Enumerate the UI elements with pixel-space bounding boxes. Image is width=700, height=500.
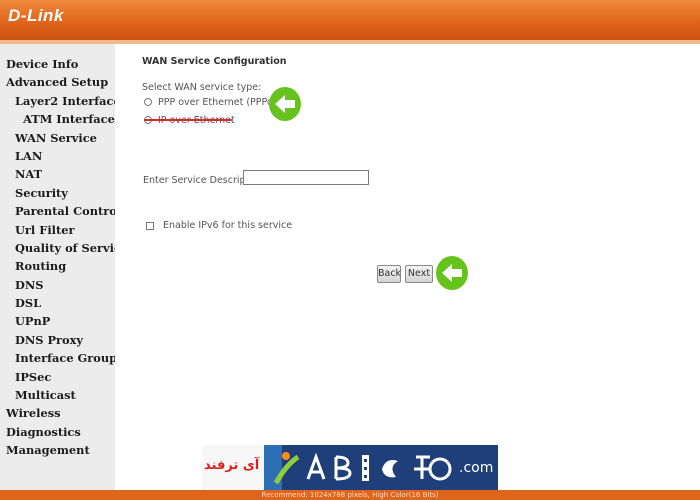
header-bar: D-Link	[0, 0, 700, 40]
footer-text: Recommend: 1024x768 pixels, High Color(1…	[261, 491, 439, 499]
sidebar: Device Info Advanced Setup Layer2 Interfac…	[0, 44, 138, 490]
dlink-logo: D-Link	[8, 6, 64, 25]
arrow-left-icon-glyph	[442, 264, 462, 282]
watermark-brand-block: آی ترفند	[202, 445, 264, 491]
pppoe-label: PPP over Ethernet (PPPoE)	[158, 96, 283, 108]
ipv6-checkbox[interactable]	[146, 221, 154, 230]
strikethrough-mark	[144, 119, 232, 121]
page-title: WAN Service Configuration	[142, 56, 287, 67]
pppoe-radio[interactable]	[144, 98, 152, 106]
service-type-label: Select WAN service type:	[142, 82, 262, 93]
main-panel: WAN Service Configuration Select WAN ser…	[115, 44, 700, 490]
arrow-left-icon	[436, 256, 468, 290]
service-description-input[interactable]	[243, 170, 369, 185]
footer-bar: Recommend: 1024x768 pixels, High Color(1…	[0, 490, 700, 500]
back-button[interactable]: Back	[377, 265, 401, 283]
pppoe-option[interactable]: PPP over Ethernet (PPPoE)	[144, 95, 282, 109]
watermark-domain: .com	[459, 460, 494, 476]
arrow-left-icon-glyph	[275, 95, 295, 113]
next-button[interactable]: Next	[405, 265, 433, 283]
watermark-banner: آی ترفند .com	[202, 445, 498, 491]
watermark-brand-text: آی ترفند	[204, 458, 260, 473]
ipv6-option[interactable]: Enable IPv6 for this service	[146, 220, 292, 231]
ipv6-label: Enable IPv6 for this service	[163, 220, 293, 231]
arrow-left-icon	[269, 87, 301, 121]
